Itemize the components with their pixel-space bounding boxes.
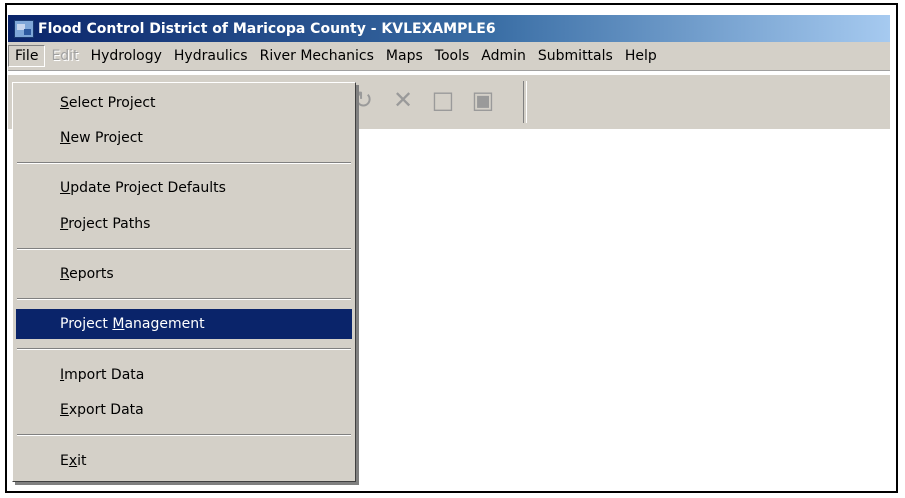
menu-item-reports[interactable]: Reports <box>16 259 352 289</box>
menu-river-mechanics[interactable]: River Mechanics <box>254 45 380 67</box>
menu-item-select-project[interactable]: Select Project <box>16 88 352 118</box>
menu-item-import-data[interactable]: Import Data <box>16 360 352 390</box>
camera-icon[interactable]: ▣ <box>471 88 495 112</box>
menu-separator <box>17 248 351 250</box>
title-bar: Flood Control District of Maricopa Count… <box>8 15 890 42</box>
menu-maps[interactable]: Maps <box>380 45 429 67</box>
menu-item-project-paths[interactable]: Project Paths <box>16 209 352 239</box>
menu-separator <box>17 434 351 436</box>
menu-separator <box>17 298 351 300</box>
toolbar-separator <box>523 81 527 123</box>
menu-file[interactable]: File <box>8 45 46 67</box>
menu-hydrology[interactable]: Hydrology <box>85 45 168 67</box>
menu-edit[interactable]: Edit <box>45 45 84 67</box>
menu-help[interactable]: Help <box>619 45 663 67</box>
menu-item-exit[interactable]: Exit <box>16 446 352 476</box>
window-title: Flood Control District of Maricopa Count… <box>38 20 496 37</box>
menu-item-update-project-defaults[interactable]: Update Project Defaults <box>16 173 352 203</box>
menu-item-export-data[interactable]: Export Data <box>16 395 352 425</box>
app-icon <box>14 19 34 38</box>
delete-icon[interactable]: ✕ <box>391 88 415 112</box>
file-menu-dropdown: Select Project New Project Update Projec… <box>12 82 356 482</box>
menu-item-new-project[interactable]: New Project <box>16 123 352 153</box>
menu-submittals[interactable]: Submittals <box>532 45 619 67</box>
menu-item-project-management[interactable]: Project Management <box>16 309 352 339</box>
menu-bar: File Edit Hydrology Hydraulics River Mec… <box>8 42 890 71</box>
new-document-icon[interactable]: □ <box>431 88 455 112</box>
menu-hydraulics[interactable]: Hydraulics <box>168 45 254 67</box>
menu-separator <box>17 162 351 164</box>
menu-separator <box>17 348 351 350</box>
menu-admin[interactable]: Admin <box>475 45 532 67</box>
menu-tools[interactable]: Tools <box>429 45 476 67</box>
